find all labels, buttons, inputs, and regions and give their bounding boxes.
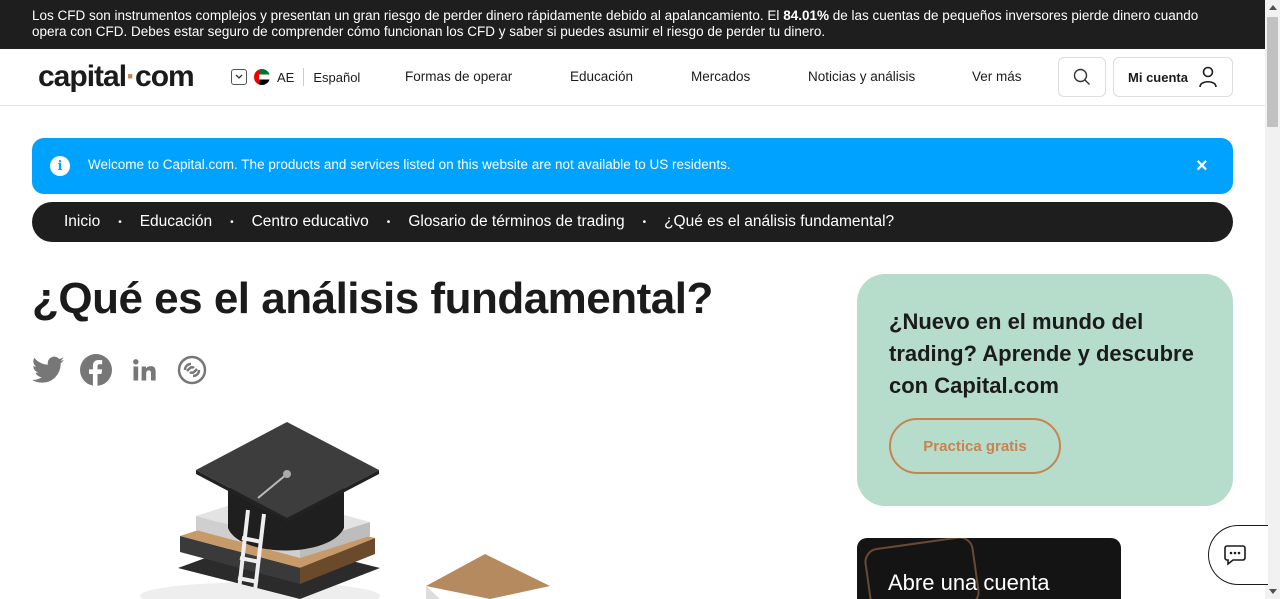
facebook-icon[interactable] [80, 354, 112, 386]
logo-right: com [135, 60, 195, 93]
chevron-down-icon[interactable] [231, 69, 247, 85]
region-code: AE [277, 69, 295, 85]
scroll-thumb[interactable] [1267, 17, 1278, 127]
user-icon [1199, 66, 1217, 88]
linkedin-icon[interactable] [128, 354, 160, 386]
account-button[interactable]: Mi cuenta [1113, 57, 1233, 97]
info-icon: i [50, 156, 70, 176]
link-icon[interactable] [176, 354, 208, 386]
breadcrumb-glosario[interactable]: Glosario de términos de trading [408, 213, 624, 231]
uae-flag-icon [254, 69, 270, 85]
welcome-banner: i Welcome to Capital.com. The products a… [32, 138, 1233, 194]
logo-left: capital [38, 60, 127, 93]
practice-free-button[interactable]: Practica gratis [889, 418, 1061, 474]
risk-warning-bar: Los CFD son instrumentos complejos y pre… [0, 0, 1265, 49]
welcome-message: Welcome to Capital.com. The products and… [88, 157, 731, 172]
search-button[interactable] [1058, 57, 1106, 97]
logo[interactable]: capital·com [38, 60, 195, 94]
scroll-down-arrow-icon[interactable] [1269, 589, 1277, 594]
account-label: Mi cuenta [1128, 69, 1188, 85]
breadcrumb-separator: • [642, 216, 647, 228]
risk-percent: 84.01% [783, 8, 829, 23]
nav-noticias-y-analisis[interactable]: Noticias y análisis [808, 69, 915, 84]
divider [303, 68, 305, 86]
search-icon [1073, 68, 1090, 85]
graduation-illustration [140, 422, 550, 599]
open-account-heading: Abre una cuenta [888, 570, 1050, 595]
breadcrumb-centro-educativo[interactable]: Centro educativo [252, 213, 369, 231]
language-selector[interactable]: Español [313, 70, 360, 85]
region-selector[interactable]: AE Español [231, 68, 360, 86]
open-account-card[interactable]: Abre una cuenta [857, 538, 1121, 599]
nav-educacion[interactable]: Educación [570, 69, 633, 84]
breadcrumb-inicio[interactable]: Inicio [64, 213, 100, 231]
nav-ver-mas[interactable]: Ver más [972, 69, 1022, 84]
promo-heading: ¿Nuevo en el mundo del trading? Aprende … [889, 309, 1194, 398]
breadcrumb-separator: • [118, 216, 122, 228]
breadcrumb: Inicio • Educación • Centro educativo • … [32, 202, 1233, 242]
close-icon[interactable]: × [1196, 154, 1208, 178]
nav-mercados[interactable]: Mercados [691, 69, 750, 84]
promo-card: ¿Nuevo en el mundo del trading? Aprende … [857, 274, 1233, 506]
chat-icon [1223, 545, 1246, 566]
breadcrumb-separator: • [386, 216, 391, 228]
breadcrumb-educacion[interactable]: Educación [140, 213, 212, 231]
twitter-icon[interactable] [32, 354, 64, 386]
scrollbar[interactable] [1265, 0, 1280, 599]
breadcrumb-current: ¿Qué es el análisis fundamental? [664, 213, 895, 230]
scroll-up-arrow-icon[interactable] [1269, 5, 1277, 10]
breadcrumb-separator: • [230, 216, 234, 228]
risk-text-before: Los CFD son instrumentos complejos y pre… [32, 8, 784, 23]
nav-formas-de-operar[interactable]: Formas de operar [405, 69, 512, 84]
social-share [32, 354, 208, 386]
page-title: ¿Qué es el análisis fundamental? [32, 274, 713, 323]
site-header: capital·com AE Español Formas de operar … [0, 49, 1265, 106]
chat-button[interactable] [1208, 525, 1268, 585]
logo-dot: · [126, 60, 136, 93]
